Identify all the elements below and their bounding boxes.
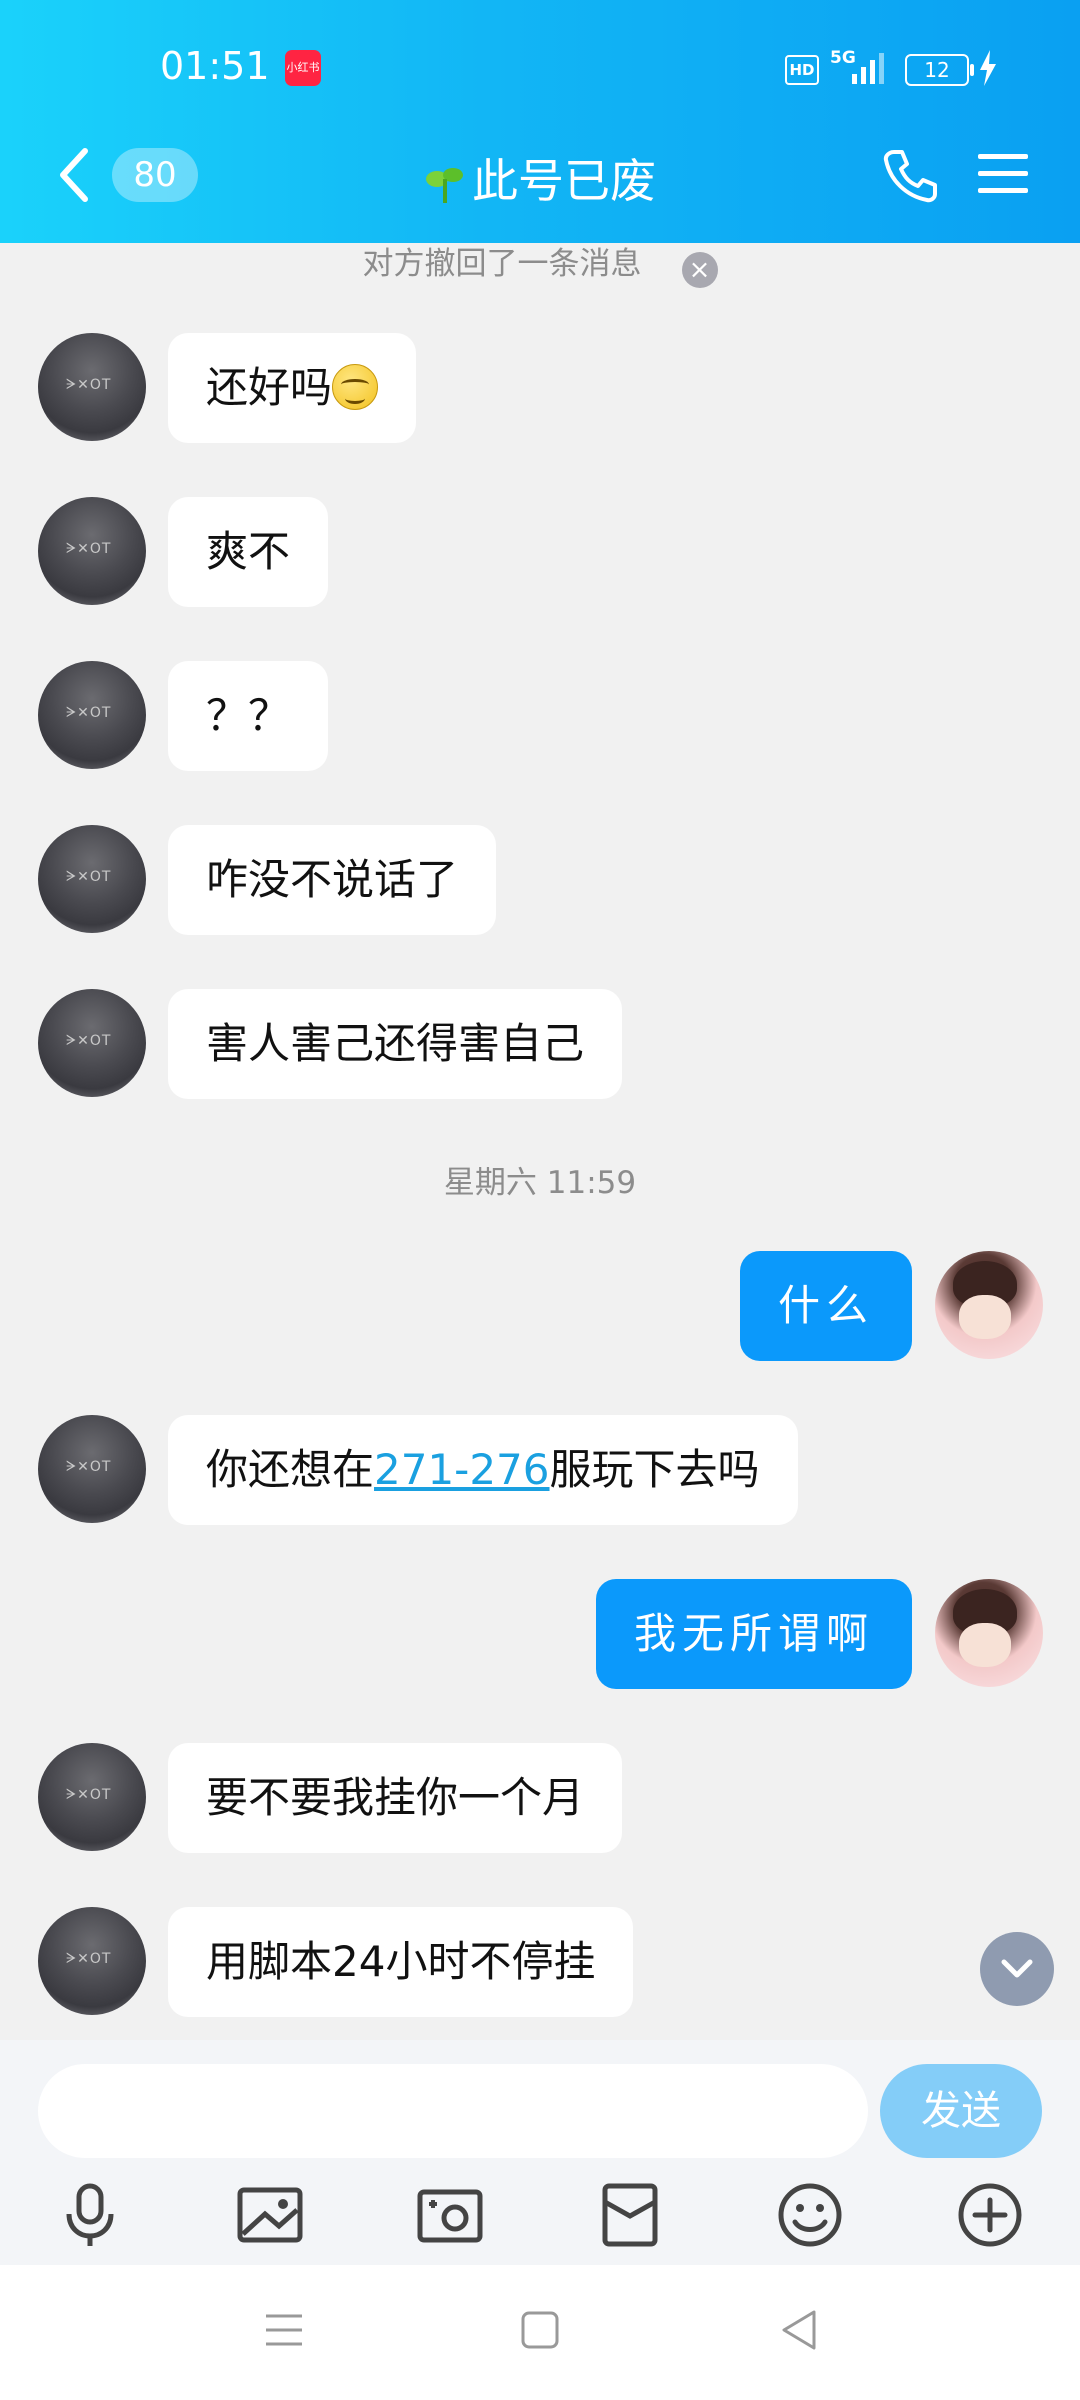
- message-bubble[interactable]: 用脚本24小时不停挂: [168, 1907, 634, 2017]
- contact-avatar[interactable]: [38, 1907, 146, 2015]
- message-timestamp: 星期六 11:59: [443, 1165, 637, 1201]
- own-avatar[interactable]: [935, 1579, 1043, 1687]
- contact-avatar[interactable]: [38, 497, 146, 605]
- battery-level: 12: [905, 54, 974, 86]
- close-icon[interactable]: ×: [681, 252, 718, 288]
- contact-avatar[interactable]: [38, 1415, 146, 1523]
- image-icon[interactable]: [235, 2180, 305, 2250]
- smirk-emoji-icon: [332, 364, 379, 410]
- own-avatar[interactable]: [935, 1251, 1043, 1359]
- status-time: 01:51: [160, 44, 270, 88]
- contact-avatar[interactable]: [38, 661, 146, 769]
- xiaohongshu-notification-icon: 小红书: [285, 50, 321, 86]
- plus-icon[interactable]: [955, 2180, 1025, 2250]
- sprout-icon: [426, 168, 463, 203]
- contact-avatar[interactable]: [38, 825, 146, 933]
- camera-icon[interactable]: [415, 2180, 485, 2250]
- hd-voice-icon: HD: [785, 55, 819, 85]
- contact-avatar[interactable]: [38, 1743, 146, 1851]
- signal-icon: [852, 53, 884, 84]
- message-bubble[interactable]: 害人害己还得害自己: [168, 989, 623, 1099]
- message-bubble[interactable]: 咋没不说话了: [168, 825, 497, 935]
- message-bubble[interactable]: 爽不: [168, 497, 329, 607]
- microphone-icon[interactable]: [55, 2180, 125, 2250]
- contact-avatar[interactable]: [38, 333, 146, 441]
- own-message-bubble[interactable]: 我无所谓啊: [595, 1579, 912, 1689]
- message-input[interactable]: [38, 2064, 868, 2158]
- home-icon[interactable]: [510, 2300, 570, 2360]
- chat-header: 01:51 小红书 HD 5G 12 80 此号已废: [0, 0, 1080, 243]
- message-bubble[interactable]: 还好吗: [168, 333, 417, 443]
- recall-notice: 对方撤回了一条消息 ×: [0, 238, 1080, 288]
- own-message-bubble[interactable]: 什么: [739, 1251, 912, 1361]
- menu-icon[interactable]: [976, 150, 1030, 198]
- phone-icon[interactable]: [882, 148, 938, 204]
- send-button[interactable]: 发送: [880, 2064, 1042, 2158]
- message-bubble[interactable]: 你还想在271-276服玩下去吗: [168, 1415, 798, 1525]
- recent-apps-icon[interactable]: [254, 2300, 314, 2360]
- contact-avatar[interactable]: [38, 989, 146, 1097]
- recall-notice-text: 对方撤回了一条消息: [362, 246, 642, 282]
- message-bubble[interactable]: ？？: [168, 661, 329, 771]
- message-bubble[interactable]: 要不要我挂你一个月: [168, 1743, 623, 1853]
- back-nav-icon[interactable]: [770, 2300, 830, 2360]
- red-envelope-icon[interactable]: [595, 2180, 665, 2250]
- emoji-icon[interactable]: [775, 2180, 845, 2250]
- charging-icon: [980, 50, 996, 86]
- server-range-link[interactable]: 271-276: [374, 1445, 550, 1494]
- chat-title-text: 此号已废: [472, 154, 656, 208]
- scroll-down-icon[interactable]: [980, 1932, 1054, 2006]
